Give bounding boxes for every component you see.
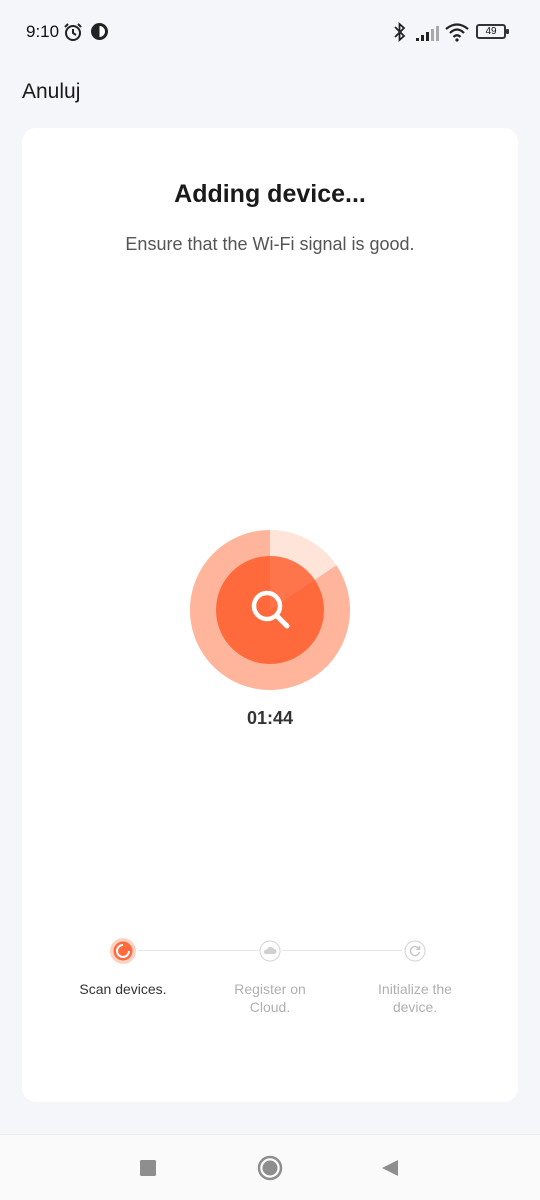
adding-device-card: Adding device... Ensure that the Wi-Fi s…: [22, 128, 518, 1102]
step-label-initialize: Initialize the device.: [378, 981, 452, 1015]
scanning-radar: [190, 530, 350, 690]
circle-app-icon: [91, 23, 108, 40]
wifi-icon: [445, 23, 469, 42]
home-circle-icon[interactable]: [257, 1155, 283, 1181]
step-connector: [138, 950, 258, 951]
signal-icon: [416, 26, 439, 41]
progress-steps: Scan devices. Register on Cloud. Initial…: [22, 936, 518, 1036]
step-connector: [282, 950, 402, 951]
scan-active-icon: [110, 938, 136, 964]
step-label-scan: Scan devices.: [79, 981, 167, 997]
bluetooth-icon: [394, 22, 406, 42]
system-nav-bar: [0, 1134, 540, 1200]
countdown-timer: 01:44: [246, 708, 294, 728]
page-title: Adding device...: [174, 180, 366, 208]
status-bar: 9:10 49: [0, 0, 540, 64]
battery-icon: 49: [476, 24, 509, 39]
cloud-icon: [259, 940, 281, 962]
step-label-register: Register on Cloud.: [234, 981, 306, 1015]
wifi-hint-text: Ensure that the Wi-Fi signal is good.: [125, 234, 415, 254]
refresh-icon: [404, 940, 426, 962]
cancel-button[interactable]: Anuluj: [22, 80, 80, 104]
alarm-icon: [64, 23, 82, 41]
back-triangle-icon[interactable]: [381, 1159, 399, 1177]
status-time: 9:10: [26, 22, 60, 41]
recents-square-icon[interactable]: [139, 1159, 157, 1177]
